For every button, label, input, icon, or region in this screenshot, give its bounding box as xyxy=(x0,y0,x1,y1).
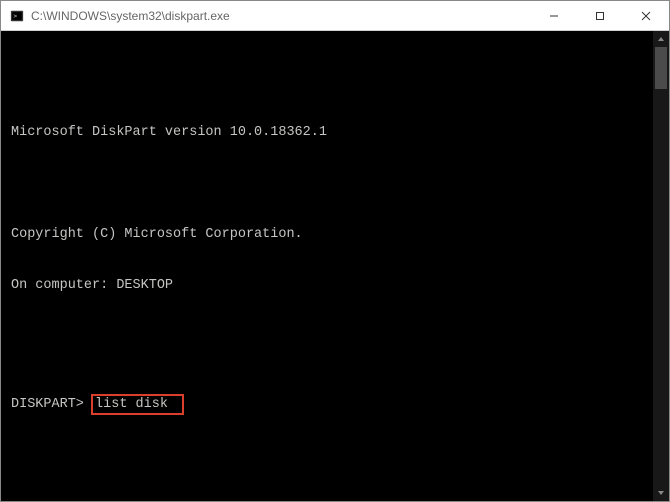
window-title: C:\WINDOWS\system32\diskpart.exe xyxy=(31,9,531,23)
titlebar: > C:\WINDOWS\system32\diskpart.exe xyxy=(1,1,669,31)
app-icon: > xyxy=(9,8,25,24)
svg-text:>: > xyxy=(14,12,18,19)
scroll-down-arrow-icon[interactable] xyxy=(653,485,669,501)
cmd-list-disk: list disk xyxy=(95,397,168,412)
prompt-line-list: DISKPART> list disk xyxy=(11,396,643,417)
minimize-button[interactable] xyxy=(531,1,577,30)
console-content[interactable]: Microsoft DiskPart version 10.0.18362.1 … xyxy=(1,31,653,501)
vertical-scrollbar[interactable] xyxy=(653,31,669,501)
prompt-label: DISKPART> xyxy=(11,396,84,413)
computer-text: On computer: DESKTOP xyxy=(11,277,643,294)
scroll-up-arrow-icon[interactable] xyxy=(653,31,669,47)
maximize-button[interactable] xyxy=(577,1,623,30)
close-button[interactable] xyxy=(623,1,669,30)
highlight-list-disk: list disk xyxy=(91,394,184,415)
window-controls xyxy=(531,1,669,30)
console-area: Microsoft DiskPart version 10.0.18362.1 … xyxy=(1,31,669,501)
version-text: Microsoft DiskPart version 10.0.18362.1 xyxy=(11,124,643,141)
scroll-thumb[interactable] xyxy=(655,47,667,89)
diskpart-window: > C:\WINDOWS\system32\diskpart.exe Micro… xyxy=(0,0,670,502)
copyright-text: Copyright (C) Microsoft Corporation. xyxy=(11,226,643,243)
